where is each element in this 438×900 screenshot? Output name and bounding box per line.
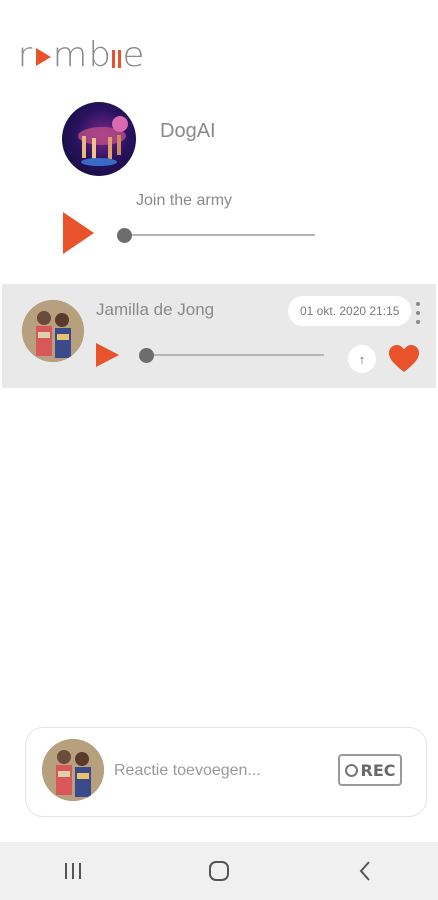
heart-icon[interactable] (388, 344, 420, 374)
record-label: REC (360, 760, 396, 780)
recent-apps-icon[interactable] (43, 851, 103, 891)
record-button[interactable]: REC (338, 754, 402, 786)
composer-user-avatar (42, 739, 104, 801)
post-progress-track[interactable] (120, 234, 315, 236)
comment-input[interactable] (114, 756, 314, 786)
post-author-name[interactable]: DogAI (160, 120, 216, 143)
comment-progress-track[interactable] (148, 354, 324, 356)
back-icon[interactable] (335, 851, 395, 891)
post-progress-handle[interactable] (117, 228, 132, 243)
more-options-icon[interactable] (413, 302, 423, 324)
logo-play-icon (35, 48, 51, 66)
system-navigation-bar (0, 842, 438, 900)
comment-progress-handle[interactable] (139, 348, 154, 363)
comment-date-badge: 01 okt. 2020 21:15 (288, 296, 412, 326)
comment-author-avatar[interactable] (22, 300, 84, 362)
post-title: Join the army (136, 192, 233, 209)
comment-author-name[interactable]: Jamilla de Jong (96, 300, 214, 320)
avatar-image (42, 739, 104, 801)
post-author-avatar[interactable] (62, 102, 136, 176)
avatar-image (22, 300, 84, 362)
record-circle-icon (344, 763, 358, 777)
avatar-image (78, 116, 128, 166)
post-play-button[interactable] (63, 212, 94, 254)
logo-bars-icon (111, 50, 121, 68)
upload-arrow-icon[interactable]: ↑ (348, 345, 376, 373)
app-logo: r mb e (17, 35, 146, 75)
comment-card: Jamilla de Jong 01 okt. 2020 21:15 ↑ (2, 284, 436, 388)
comment-composer: REC (25, 727, 427, 817)
home-icon[interactable] (189, 851, 249, 891)
comment-play-button[interactable] (96, 343, 119, 367)
